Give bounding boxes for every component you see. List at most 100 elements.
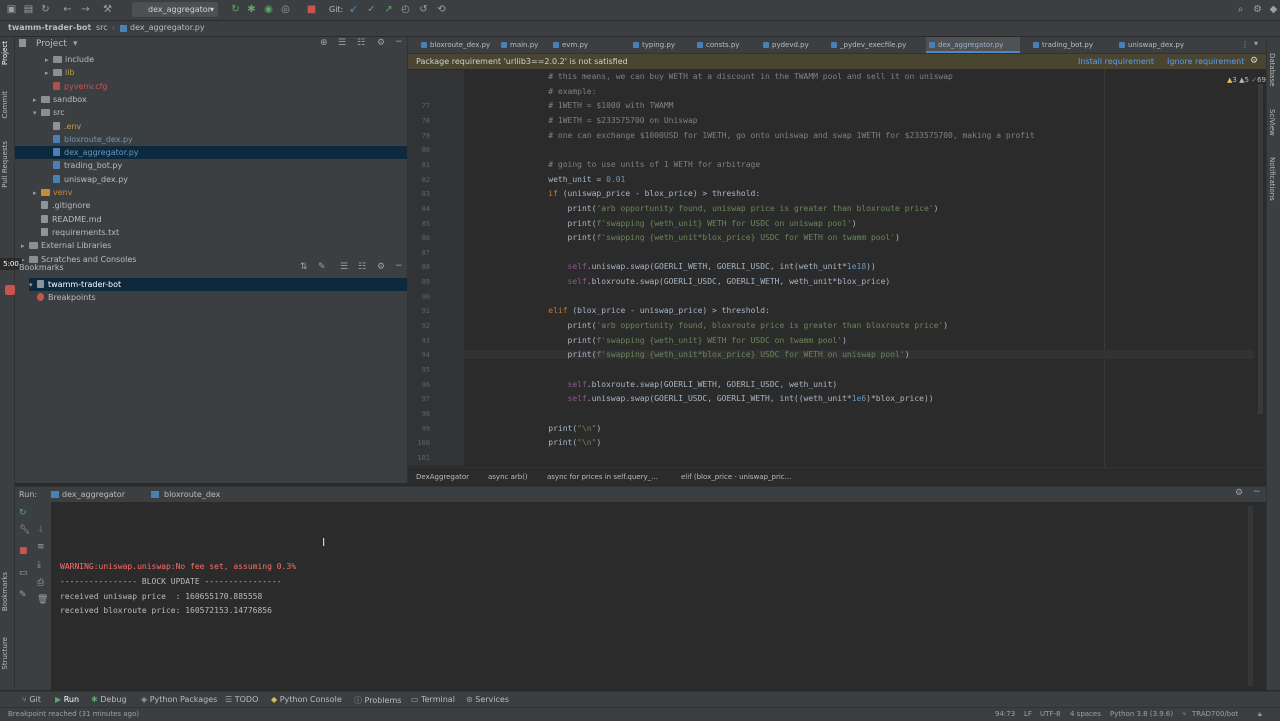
code-line[interactable]: # this means, we can buy WETH at a disco… <box>529 72 953 81</box>
code-line[interactable]: # 1WETH = $233575700 on Uniswap <box>529 116 697 125</box>
run-console[interactable]: WARNING:uniswap.uniswap:No fee set, assu… <box>51 502 1256 690</box>
save-icon[interactable]: ▤ <box>23 4 34 15</box>
code-line[interactable]: weth_unit = 0.01 <box>529 175 625 184</box>
tree-item[interactable]: requirements.txt <box>15 226 407 239</box>
caret-position[interactable]: 94:73 <box>995 710 1015 718</box>
tree-item[interactable]: ▸ lib <box>15 66 407 79</box>
settings-icon[interactable]: ⚙ <box>1252 4 1263 15</box>
tab-pydevd[interactable]: pydevd.py <box>760 37 820 53</box>
rerun-icon[interactable]: ↻ <box>230 4 241 15</box>
tree-item[interactable]: bloxroute_dex.py <box>15 133 407 146</box>
tree-item[interactable]: .gitignore <box>15 199 407 212</box>
profile-icon[interactable]: ◎ <box>280 4 291 15</box>
editor-scrollbar[interactable] <box>1258 84 1263 414</box>
console-scrollbar[interactable] <box>1248 506 1253 686</box>
sort-icon[interactable]: ⇅ <box>300 262 308 272</box>
code-line[interactable]: print("\n") <box>529 438 601 447</box>
chevron-right-icon[interactable]: ▸ <box>33 94 41 107</box>
code-line[interactable]: # one can exchange $1000USD for 1WETH, g… <box>529 131 1034 140</box>
open-folder-icon[interactable]: ▣ <box>6 4 17 15</box>
git-tool-button[interactable]: ⑂ Git <box>22 695 41 704</box>
code-line[interactable]: self.bloxroute.swap(GOERLI_WETH, GOERLI_… <box>529 380 838 389</box>
tab-evm[interactable]: evm.py <box>550 37 602 53</box>
git-update-icon[interactable]: ↙ <box>348 4 359 15</box>
gear-icon[interactable]: ⚙ <box>377 262 385 272</box>
code-line[interactable]: print(f'swapping {weth_unit} WETH for US… <box>529 219 857 228</box>
run-tool-button[interactable]: ▶ Run <box>55 695 79 704</box>
code-line[interactable]: # going to use units of 1 WETH for arbit… <box>529 160 760 169</box>
debug-tool-button[interactable]: ✱ Debug <box>91 695 127 704</box>
todo-tool-button[interactable]: ☰ TODO <box>225 695 258 704</box>
soft-wrap-icon[interactable]: ≡ <box>37 542 45 552</box>
camera-icon[interactable]: ▭ <box>19 568 28 578</box>
undo-icon[interactable]: ⟲ <box>436 4 447 15</box>
inspection-widget[interactable]: ▲3 ▲5 ✓69 <box>1227 76 1266 84</box>
line-separator[interactable]: LF <box>1024 710 1032 718</box>
code-line[interactable]: self.uniswap.swap(GOERLI_WETH, GOERLI_US… <box>529 262 876 271</box>
code-line[interactable]: print(f'swapping {weth_unit*blox_price} … <box>464 350 1254 360</box>
scroll-to-end-icon[interactable]: ⤓ <box>37 560 41 570</box>
gear-icon[interactable]: ⚙ <box>1235 488 1243 498</box>
chevron-down-icon[interactable]: ▾ <box>33 107 41 120</box>
trash-icon[interactable]: 🗑︎ <box>37 595 48 605</box>
python-packages-tool-button[interactable]: ◈ Python Packages <box>141 695 217 704</box>
editor-gutter[interactable]: 77 78 79 80 81 82 83 84 85 86 87 88 89 90 91 92 93 94 95 96… <box>408 70 478 466</box>
coverage-icon[interactable]: ◉ <box>263 4 274 15</box>
run-tab-bloxroute-dex[interactable]: bloxroute_dex <box>164 490 220 499</box>
code-line[interactable]: print('arb opportunity found, bloxroute … <box>529 321 949 330</box>
breadcrumb-branch[interactable]: elif (blox_price - uniswap_pric... <box>681 473 791 481</box>
breadcrumb-method[interactable]: async arb() <box>488 473 528 481</box>
git-history-icon[interactable]: ◴ <box>400 4 411 15</box>
code-line[interactable]: print("\n") <box>529 424 601 433</box>
bookmark-item-breakpoints[interactable]: Breakpoints <box>29 291 407 304</box>
tree-item[interactable]: README.md <box>15 213 407 226</box>
forward-icon[interactable]: → <box>80 4 91 15</box>
tab-pydev-execfile[interactable]: _pydev_execfile.py <box>828 37 920 53</box>
code-line[interactable]: self.bloxroute.swap(GOERLI_USDC, GOERLI_… <box>529 277 891 286</box>
nav-folder[interactable]: src <box>96 23 108 32</box>
tree-item[interactable]: trading_bot.py <box>15 159 407 172</box>
chevron-right-icon[interactable]: ▸ <box>33 187 41 200</box>
stop-icon[interactable]: ■ <box>19 546 28 556</box>
git-rollback-icon[interactable]: ↺ <box>418 4 429 15</box>
file-encoding[interactable]: UTF-8 <box>1040 710 1060 718</box>
build-icon[interactable]: ⚒ <box>102 4 113 15</box>
arrow-down-icon[interactable]: ↓ <box>37 525 45 535</box>
status-message[interactable]: Breakpoint reached (31 minutes ago) <box>8 710 139 718</box>
pin-icon[interactable]: ✎ <box>19 590 27 600</box>
tree-item[interactable]: ▸ venv <box>15 186 407 199</box>
gear-icon[interactable]: ⚙ <box>1250 56 1258 66</box>
tab-bloxroute-dex[interactable]: bloxroute_dex.py <box>418 37 496 53</box>
run-tab-dex-aggregator[interactable]: dex_aggregator <box>62 490 125 499</box>
python-console-tool-button[interactable]: ◆ Python Console <box>271 695 342 704</box>
notifications-tool-button[interactable]: Notifications <box>1268 157 1276 201</box>
tree-item[interactable]: .env <box>15 120 407 133</box>
code-line[interactable]: elif (blox_price - uniswap_price) > thre… <box>529 306 770 315</box>
tab-typing[interactable]: typing.py <box>630 37 688 53</box>
terminal-tool-button[interactable]: ▭ Terminal <box>411 695 455 704</box>
more-tabs-icon[interactable]: ⋮ <box>1241 40 1249 49</box>
git-branch[interactable]: TRAD700/bot <box>1192 710 1238 718</box>
indent-setting[interactable]: 4 spaces <box>1070 710 1101 718</box>
services-tool-button[interactable]: ⊛ Services <box>466 695 509 704</box>
hide-icon[interactable]: − <box>395 37 403 47</box>
edit-icon[interactable]: ✎ <box>318 262 326 272</box>
problems-tool-button[interactable]: ⓘ Problems <box>354 695 401 706</box>
tree-item[interactable]: dex_aggregator.py <box>15 146 407 160</box>
bookmark-item-project[interactable]: ▾ twamm-trader-bot <box>29 278 407 291</box>
structure-tool-button[interactable]: Structure <box>1 637 9 670</box>
bookmarks-tool-button[interactable]: Bookmarks <box>1 572 9 611</box>
code-line[interactable]: # 1WETH = $1000 with TWAMM <box>529 101 673 110</box>
commit-tool-button[interactable]: Commit <box>1 91 9 119</box>
tab-trading-bot[interactable]: trading_bot.py <box>1030 37 1106 53</box>
tree-item[interactable]: ▾ src <box>15 106 407 119</box>
code-editor[interactable]: ▲3 ▲5 ✓69 # this means, we can buy WETH … <box>464 70 1266 466</box>
chevron-down-icon[interactable]: ▾ <box>73 39 78 49</box>
tab-consts[interactable]: consts.py <box>694 37 754 53</box>
collapse-all-icon[interactable]: ☷ <box>358 262 366 272</box>
collapse-all-icon[interactable]: ☷ <box>357 38 365 48</box>
hide-icon[interactable]: − <box>395 261 403 271</box>
breadcrumb-loop[interactable]: async for prices in self.query_... <box>547 473 658 481</box>
expand-all-icon[interactable]: ☰ <box>338 38 346 48</box>
python-interpreter[interactable]: Python 3.8 (3.9.6) <box>1110 710 1173 718</box>
